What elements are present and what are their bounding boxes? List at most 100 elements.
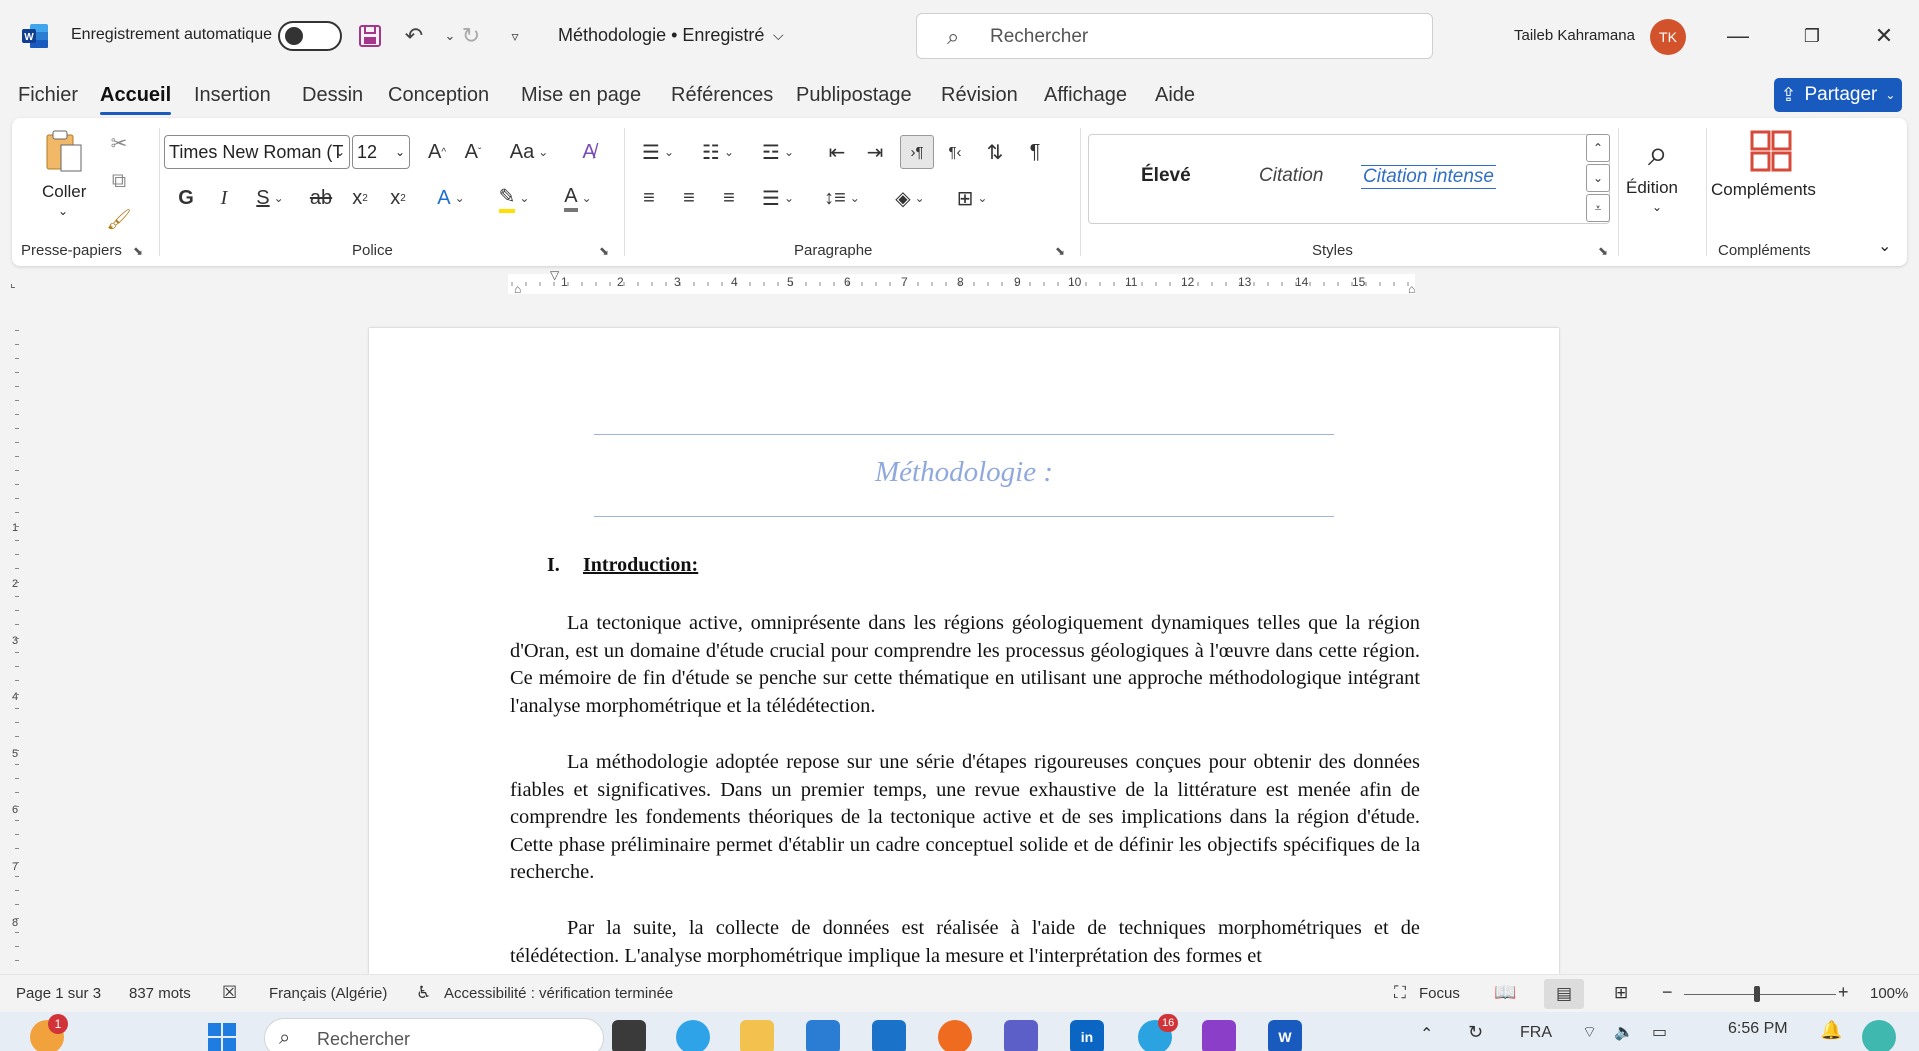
format-painter-icon[interactable]: 🖌 — [106, 202, 132, 236]
zoom-in-icon[interactable]: + — [1838, 982, 1849, 1003]
teams-icon[interactable] — [1004, 1020, 1038, 1051]
language-status[interactable]: Français (Algérie) — [269, 985, 387, 1002]
accessibility-status[interactable]: Accessibilité : vérification terminée — [444, 985, 673, 1002]
copy-icon[interactable]: ⧉ — [106, 164, 132, 198]
edge-icon[interactable] — [676, 1020, 710, 1051]
font-launcher-icon[interactable]: ⬊ — [599, 244, 609, 258]
font-family-select[interactable]: Times New Roman (T ⌄ — [164, 135, 350, 169]
notification-bell-icon[interactable]: 🔔 — [1820, 1020, 1842, 1041]
taskbar-search[interactable]: ⌕ Rechercher — [264, 1018, 604, 1051]
user-name[interactable]: Taileb Kahramana — [1514, 27, 1635, 44]
bold-icon[interactable]: G — [172, 181, 200, 215]
styles-scroll-up-icon[interactable]: ⌃ — [1586, 134, 1610, 162]
styles-more-icon[interactable]: ⩡ — [1586, 194, 1610, 222]
align-left-icon[interactable]: ≡ — [634, 181, 664, 215]
focus-icon[interactable]: ⛶ — [1394, 983, 1406, 1003]
clipboard-launcher-icon[interactable]: ⬊ — [133, 244, 143, 258]
sync-icon[interactable]: ↻ — [1468, 1022, 1483, 1043]
paragraph-launcher-icon[interactable]: ⬊ — [1055, 244, 1065, 258]
section-heading[interactable]: I. Introduction: — [547, 554, 698, 577]
word-taskbar-icon[interactable]: W — [1268, 1020, 1302, 1051]
addins-icon[interactable] — [1746, 126, 1796, 176]
volume-icon[interactable]: 🔈 — [1614, 1022, 1634, 1042]
visual-studio-icon[interactable] — [1202, 1020, 1236, 1051]
font-size-select[interactable]: 12 ⌄ — [352, 135, 410, 169]
show-formatting-icon[interactable]: ¶ — [1020, 135, 1050, 169]
editing-search-icon[interactable]: ⌕ — [1628, 128, 1688, 178]
store-icon[interactable] — [806, 1020, 840, 1051]
tab-insertion[interactable]: Insertion — [194, 84, 271, 107]
strikethrough-icon[interactable]: ab — [306, 181, 336, 215]
align-right-icon[interactable]: ≡ — [714, 181, 744, 215]
tab-selector-icon[interactable]: ⌞ — [10, 276, 16, 290]
justify-icon[interactable]: ☰ ⌄ — [754, 181, 802, 215]
ltr-direction-icon[interactable]: ›¶ — [900, 135, 934, 169]
left-indent-icon[interactable]: ⌂ — [514, 282, 521, 296]
zoom-out-icon[interactable]: − — [1662, 982, 1673, 1003]
avatar[interactable]: TK — [1650, 19, 1686, 55]
search-box[interactable]: ⌕ Rechercher — [916, 13, 1433, 59]
input-language[interactable]: FRA — [1520, 1024, 1552, 1042]
proofing-icon[interactable]: ☒ — [222, 983, 237, 1003]
style-citation-intense[interactable]: Citation intense — [1361, 165, 1496, 189]
tab-publipostage[interactable]: Publipostage — [796, 84, 912, 107]
editing-label[interactable]: Édition — [1626, 178, 1678, 198]
title-chevron-icon[interactable]: ⌵ — [773, 27, 784, 44]
clock-time[interactable]: 6:56 PM — [1728, 1020, 1788, 1038]
restore-icon[interactable]: ❐ — [1792, 20, 1832, 52]
share-button[interactable]: ⇪ Partager ⌄ — [1774, 78, 1902, 112]
focus-label[interactable]: Focus — [1419, 985, 1460, 1002]
accessibility-icon[interactable]: ♿ — [416, 983, 431, 1003]
paste-label[interactable]: Coller — [42, 182, 86, 202]
tab-fichier[interactable]: Fichier — [18, 84, 78, 107]
paragraph[interactable]: Par la suite, la collecte de données est… — [510, 915, 1420, 970]
subscript-icon[interactable]: x2 — [346, 181, 374, 215]
paragraph[interactable]: La tectonique active, omniprésente dans … — [510, 610, 1420, 720]
firefox-icon[interactable] — [938, 1020, 972, 1051]
highlight-icon[interactable]: ✎ ⌄ — [488, 181, 540, 215]
italic-icon[interactable]: I — [210, 181, 238, 215]
shading-icon[interactable]: ◈ ⌄ — [884, 181, 936, 215]
shrink-font-icon[interactable]: Aˇ — [458, 135, 488, 169]
ribbon-collapse-icon[interactable]: ⌄ — [1878, 236, 1891, 256]
windows-start-icon[interactable] — [205, 1020, 239, 1051]
addins-label[interactable]: Compléments — [1711, 180, 1816, 200]
tab-affichage[interactable]: Affichage — [1044, 84, 1127, 107]
clear-formatting-icon[interactable]: A̸ — [574, 135, 604, 169]
tab-revision[interactable]: Révision — [941, 84, 1018, 107]
cut-icon[interactable]: ✂ — [106, 126, 132, 160]
page-count[interactable]: Page 1 sur 3 — [16, 985, 101, 1002]
align-center-icon[interactable]: ≡ — [674, 181, 704, 215]
linkedin-icon[interactable]: in — [1070, 1020, 1104, 1051]
change-case-icon[interactable]: Aa ⌄ — [506, 135, 552, 169]
zoom-level[interactable]: 100% — [1870, 985, 1908, 1002]
paragraph[interactable]: La méthodologie adoptée repose sur une s… — [510, 749, 1420, 887]
tray-chevron-icon[interactable]: ⌃ — [1420, 1024, 1433, 1044]
web-layout-icon[interactable]: ⊞ — [1614, 983, 1628, 1003]
redo-icon[interactable]: ↻ — [455, 20, 487, 52]
text-effects-icon[interactable]: A ⌄ — [428, 181, 474, 215]
battery-icon[interactable]: ▭ — [1652, 1022, 1667, 1042]
styles-scroll-down-icon[interactable]: ⌄ — [1586, 164, 1610, 192]
horizontal-ruler[interactable]: 1 2 3 4 5 6 7 8 9 10 11 12 13 14 15 ▽ ⌂ … — [508, 268, 1415, 296]
close-icon[interactable]: ✕ — [1864, 20, 1904, 52]
wifi-icon[interactable]: ⌔ — [1582, 1022, 1597, 1042]
sort-icon[interactable]: ⇅ — [980, 135, 1010, 169]
document-page[interactable]: Méthodologie : I. Introduction: La tecton… — [369, 328, 1559, 974]
tab-mise-en-page[interactable]: Mise en page — [521, 84, 641, 107]
underline-icon[interactable]: S ⌄ — [248, 181, 292, 215]
read-mode-icon[interactable]: 📖 — [1494, 982, 1516, 1003]
style-eleve[interactable]: Élevé — [1141, 165, 1191, 187]
superscript-icon[interactable]: x2 — [384, 181, 412, 215]
editing-dropdown-icon[interactable]: ⌄ — [1652, 200, 1662, 214]
borders-icon[interactable]: ⊞ ⌄ — [946, 181, 998, 215]
customize-toolbar-icon[interactable]: ▿ — [499, 20, 531, 52]
tab-dessin[interactable]: Dessin — [302, 84, 363, 107]
tab-references[interactable]: Références — [671, 84, 773, 107]
print-layout-icon[interactable]: ▤ — [1544, 979, 1584, 1009]
line-spacing-icon[interactable]: ↕≡ ⌄ — [818, 181, 866, 215]
zoom-slider[interactable] — [1684, 994, 1836, 995]
minimize-icon[interactable]: — — [1718, 20, 1758, 52]
first-line-indent-icon[interactable]: ▽ — [550, 268, 559, 282]
right-indent-icon[interactable]: ⌂ — [1408, 282, 1415, 296]
